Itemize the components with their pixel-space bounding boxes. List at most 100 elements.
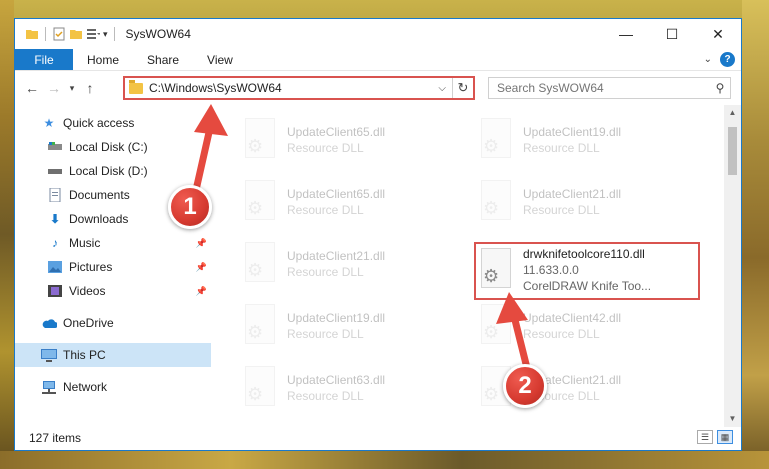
scroll-down-icon[interactable]: ▼ — [724, 411, 741, 427]
address-field[interactable]: C:\Windows\SysWOW64 ⌵ — [125, 78, 453, 98]
search-box[interactable]: ⚲ — [488, 77, 731, 99]
tab-view[interactable]: View — [193, 49, 247, 70]
file-item[interactable]: ⚙ UpdateClient21.dll Resource DLL — [477, 177, 697, 227]
sidebar-item-music[interactable]: ♪ Music 📌 — [15, 231, 211, 255]
minimize-button[interactable]: — — [603, 19, 649, 49]
cloud-icon — [41, 316, 57, 330]
vertical-scrollbar[interactable]: ▲ ▼ — [724, 105, 741, 427]
view-toggle: ☰ ▦ — [697, 430, 733, 444]
file-description: Resource DLL — [523, 203, 600, 217]
title-bar: ▾ SysWOW64 — ☐ ✕ — [15, 19, 741, 49]
chevron-down-icon[interactable]: ⌵ — [438, 83, 446, 94]
navigation-pane: ★ Quick access Local Disk (C:) Local Dis… — [15, 105, 211, 427]
customize-toolbar-icon[interactable] — [86, 27, 100, 41]
dll-file-icon: ⚙ — [477, 118, 515, 162]
explorer-window: ▾ SysWOW64 — ☐ ✕ File Home Share View ⌄ … — [14, 18, 742, 451]
desktop-background-right — [742, 0, 769, 469]
drive-icon — [47, 164, 63, 178]
network-icon — [41, 380, 57, 394]
forward-arrow-icon[interactable]: → — [43, 80, 65, 96]
pin-icon[interactable]: 📌 — [196, 262, 207, 273]
tab-share[interactable]: Share — [133, 49, 193, 70]
pin-icon[interactable]: 📌 — [196, 238, 207, 249]
file-highlight-box — [474, 242, 700, 300]
sidebar-item-label: Documents — [69, 188, 130, 202]
help-icon[interactable]: ? — [720, 52, 735, 67]
window-controls: — ☐ ✕ — [603, 19, 741, 49]
sidebar-item-label: Music — [69, 236, 101, 250]
explorer-body: ★ Quick access Local Disk (C:) Local Dis… — [15, 105, 741, 427]
sidebar-item-network[interactable]: Network — [15, 375, 211, 399]
download-icon: ⬇ — [49, 212, 61, 226]
file-name: UpdateClient19.dll — [523, 125, 622, 139]
file-name: UpdateClient19.dll — [287, 311, 386, 325]
file-description: Resource DLL — [523, 141, 600, 155]
computer-icon — [41, 348, 57, 362]
file-name: UpdateClient65.dll — [287, 125, 386, 139]
large-icons-view-icon[interactable]: ▦ — [717, 430, 733, 444]
sidebar-item-label: Quick access — [63, 116, 135, 130]
sidebar-item-local-disk-d[interactable]: Local Disk (D:) — [15, 159, 211, 183]
properties-icon[interactable] — [52, 27, 66, 41]
dll-file-icon: ⚙ — [241, 180, 279, 224]
file-description: Resource DLL — [287, 327, 364, 341]
file-name: UpdateClient42.dll — [523, 311, 622, 325]
refresh-icon[interactable]: ↻ — [453, 80, 473, 96]
address-bar[interactable]: C:\Windows\SysWOW64 ⌵ ↻ — [123, 76, 475, 100]
toolbar-separator — [45, 27, 46, 41]
file-item[interactable]: ⚙ UpdateClient65.dll Resource DLL — [241, 115, 461, 165]
sidebar-item-onedrive[interactable]: OneDrive — [15, 311, 211, 335]
file-description: Resource DLL — [287, 265, 364, 279]
dropdown-arrow-icon[interactable]: ▾ — [103, 29, 108, 40]
folder-icon — [26, 30, 38, 39]
sidebar-item-quick-access[interactable]: ★ Quick access — [15, 111, 211, 135]
documents-icon — [47, 188, 63, 202]
back-arrow-icon[interactable]: ← — [21, 80, 43, 96]
pin-icon[interactable]: 📌 — [196, 286, 207, 297]
file-item[interactable]: ⚙ UpdateClient42.dll Resource DLL — [477, 301, 697, 351]
details-view-icon[interactable]: ☰ — [697, 430, 713, 444]
file-description: Resource DLL — [523, 327, 600, 341]
sidebar-item-this-pc[interactable]: This PC — [15, 343, 211, 367]
sidebar-item-local-disk-c[interactable]: Local Disk (C:) — [15, 135, 211, 159]
file-item[interactable]: ⚙ UpdateClient63.dll Resource DLL — [241, 363, 461, 413]
search-icon[interactable]: ⚲ — [710, 81, 730, 95]
sidebar-item-label: Pictures — [69, 260, 113, 274]
recent-locations-icon[interactable]: ▾ — [65, 83, 79, 94]
search-input[interactable] — [497, 81, 710, 95]
quick-access-toolbar: ▾ — [15, 27, 118, 41]
file-name: UpdateClient21.dll — [287, 249, 386, 263]
expand-ribbon-icon[interactable]: ⌄ — [704, 54, 712, 65]
file-item[interactable]: ⚙ UpdateClient19.dll Resource DLL — [477, 115, 697, 165]
dll-file-icon: ⚙ — [241, 242, 279, 286]
file-name: UpdateClient63.dll — [287, 373, 386, 387]
tab-home[interactable]: Home — [73, 49, 133, 70]
dll-file-icon: ⚙ — [241, 118, 279, 162]
sidebar-item-pictures[interactable]: Pictures 📌 — [15, 255, 211, 279]
tab-file[interactable]: File — [15, 49, 73, 70]
navigation-bar: ← → ▾ ↑ C:\Windows\SysWOW64 ⌵ ↻ ⚲ — [15, 71, 741, 105]
scroll-up-icon[interactable]: ▲ — [724, 105, 741, 121]
file-item[interactable]: ⚙ UpdateClient19.dll Resource DLL — [241, 301, 461, 351]
sidebar-item-label: OneDrive — [63, 316, 114, 330]
up-arrow-icon[interactable]: ↑ — [79, 80, 101, 96]
file-item[interactable]: ⚙ UpdateClient65.dll Resource DLL — [241, 177, 461, 227]
file-description: Resource DLL — [287, 389, 364, 403]
maximize-button[interactable]: ☐ — [649, 19, 695, 49]
sidebar-item-videos[interactable]: Videos 📌 — [15, 279, 211, 303]
close-button[interactable]: ✕ — [695, 19, 741, 49]
desktop-background-bottom — [0, 451, 769, 469]
file-list: ⚙ UpdateClient65.dll Resource DLL ⚙ Updat… — [221, 105, 721, 427]
sidebar-item-label: Downloads — [69, 212, 129, 226]
address-text[interactable]: C:\Windows\SysWOW64 — [149, 81, 438, 95]
new-folder-icon[interactable] — [69, 27, 83, 41]
music-icon: ♪ — [52, 236, 58, 250]
file-item[interactable]: ⚙ UpdateClient21.dll Resource DLL — [241, 239, 461, 289]
ribbon-right-controls: ⌄ ? — [704, 52, 735, 67]
item-count: 127 items — [29, 431, 82, 445]
callout-1: 1 — [168, 185, 212, 229]
videos-icon — [47, 284, 63, 298]
scrollbar-thumb[interactable] — [728, 127, 737, 175]
